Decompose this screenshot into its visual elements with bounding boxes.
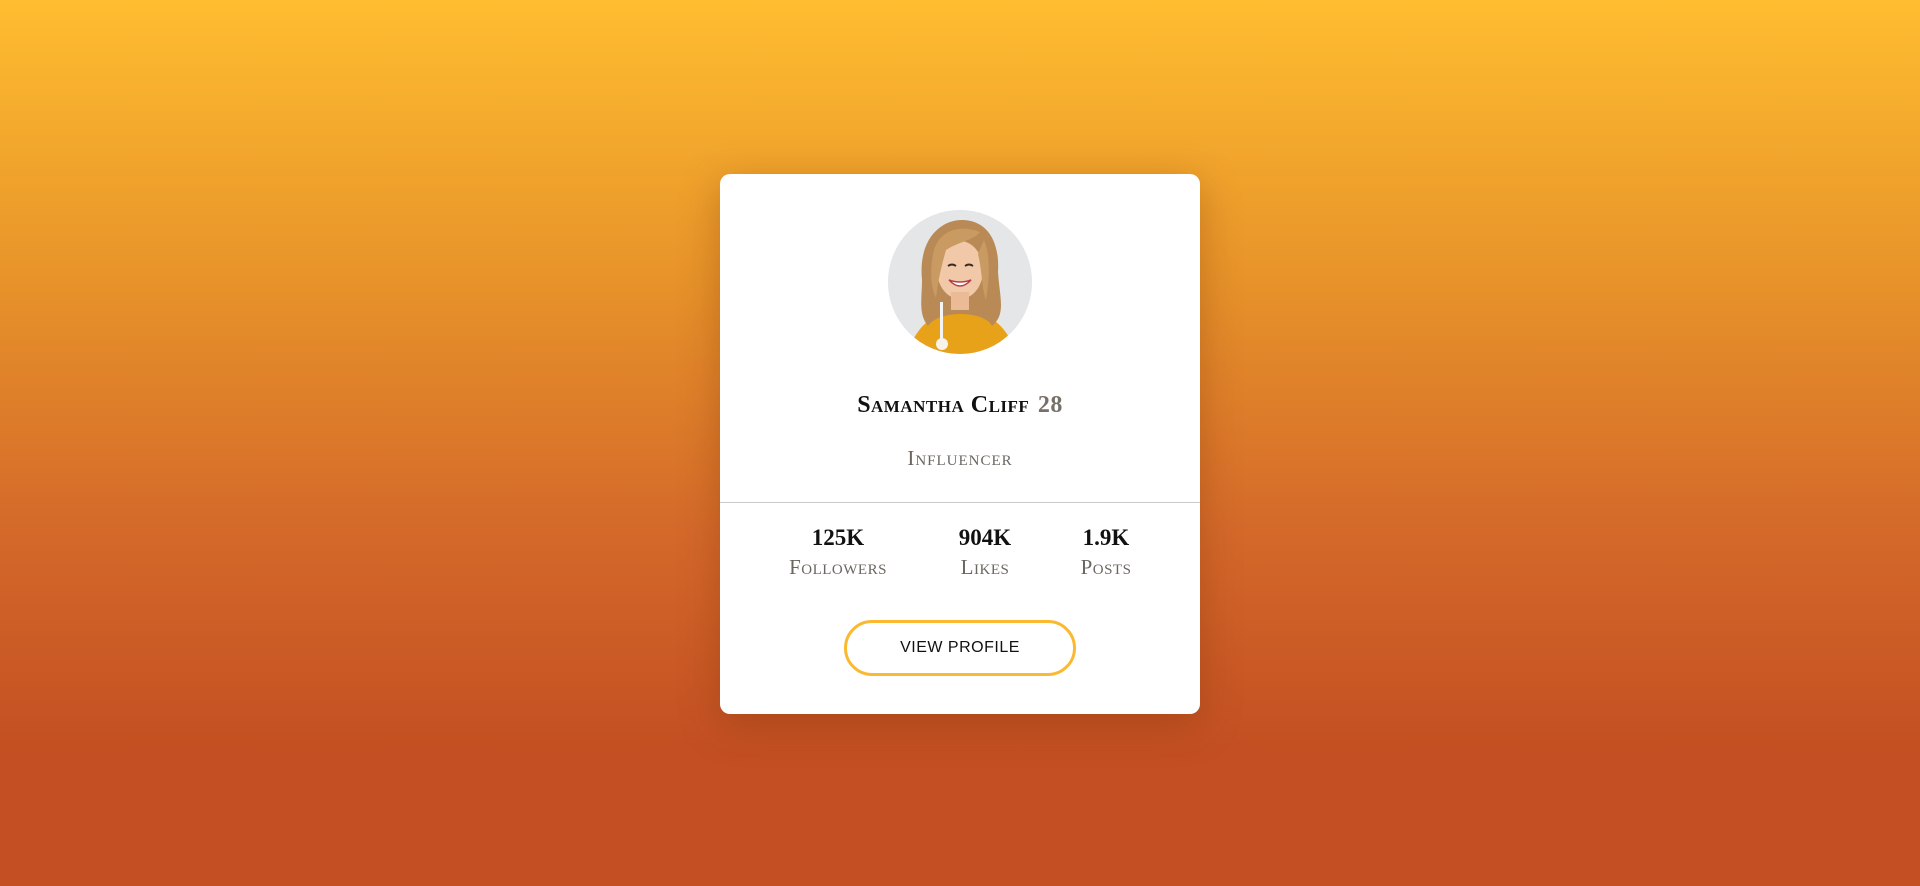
avatar-photo-icon xyxy=(888,210,1032,354)
stat-posts: 1.9K Posts xyxy=(1081,524,1132,582)
stat-likes-label: Likes xyxy=(960,555,1010,579)
profile-name-line: Samantha Cliff 28 xyxy=(720,392,1200,419)
profile-age: 28 xyxy=(1037,392,1063,418)
stat-likes-value: 904K xyxy=(958,525,1012,550)
stat-likes: 904K Likes xyxy=(959,524,1011,582)
profile-name: Samantha Cliff xyxy=(857,392,1030,418)
view-profile-button[interactable]: VIEW PROFILE xyxy=(844,620,1076,676)
stat-posts-value: 1.9K xyxy=(1082,525,1130,550)
stat-followers: 125K Followers xyxy=(789,524,887,582)
stat-posts-label: Posts xyxy=(1080,555,1132,579)
stat-followers-value: 125K xyxy=(811,525,865,550)
stat-followers-label: Followers xyxy=(789,555,887,579)
profile-card: Samantha Cliff 28 Influencer 125K Follow… xyxy=(720,174,1200,714)
profile-role: Influencer xyxy=(907,446,1013,470)
avatar xyxy=(888,210,1032,354)
card-divider xyxy=(720,502,1200,503)
